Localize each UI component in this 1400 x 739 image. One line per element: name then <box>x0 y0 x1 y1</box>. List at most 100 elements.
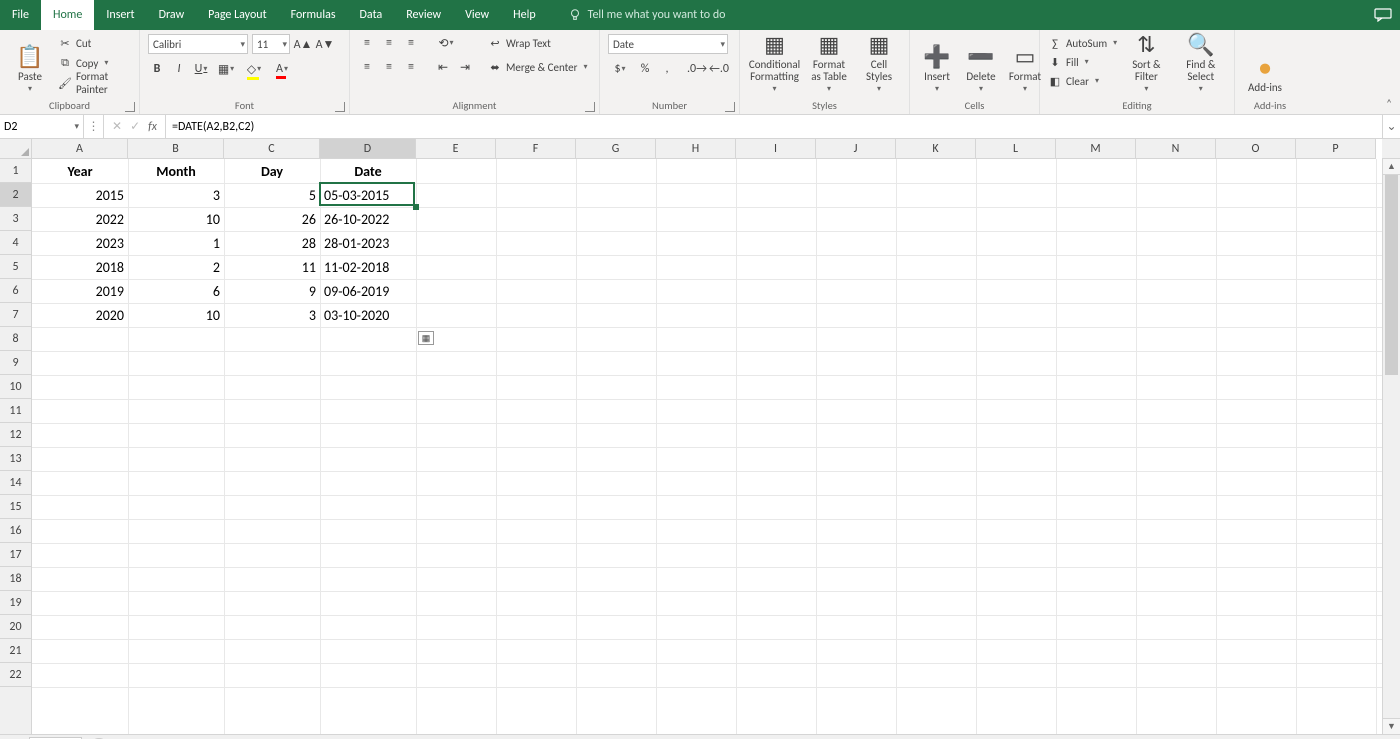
tab-file[interactable]: File <box>0 0 41 30</box>
delete-button[interactable]: ➖Delete▾ <box>962 34 1000 94</box>
fill-handle[interactable] <box>413 204 419 210</box>
format-painter-button[interactable]: 🖌Format Painter <box>58 74 131 92</box>
row-header-3[interactable]: 3 <box>0 207 31 231</box>
column-header-E[interactable]: E <box>416 139 496 159</box>
cell-C3[interactable]: 26 <box>224 207 320 231</box>
tab-insert[interactable]: Insert <box>94 0 146 30</box>
orientation-button[interactable]: ⟲▾ <box>434 34 458 52</box>
row-header-13[interactable]: 13 <box>0 447 31 471</box>
cell-D4[interactable]: 28-01-2023 <box>320 231 416 255</box>
cell-A2[interactable]: 2015 <box>32 183 128 207</box>
tab-home[interactable]: Home <box>41 0 94 30</box>
expand-formula-bar-icon[interactable]: ⌄ <box>1382 115 1400 138</box>
column-header-H[interactable]: H <box>656 139 736 159</box>
cell-D2[interactable]: 05-03-2015 <box>320 183 416 207</box>
align-left-icon[interactable]: ≡ <box>358 58 376 76</box>
row-header-16[interactable]: 16 <box>0 519 31 543</box>
tell-me-search[interactable]: Tell me what you want to do <box>568 8 726 22</box>
row-header-5[interactable]: 5 <box>0 255 31 279</box>
font-color-button[interactable]: A▾ <box>270 60 294 78</box>
row-header-8[interactable]: 8 <box>0 327 31 351</box>
format-button[interactable]: ▭Format▾ <box>1006 34 1044 94</box>
accounting-format-button[interactable]: $▾ <box>608 60 632 78</box>
align-bottom-icon[interactable]: ≡ <box>402 34 420 52</box>
collapse-ribbon-icon[interactable]: ˄ <box>1386 97 1392 110</box>
increase-decimal-button[interactable]: .0→ <box>688 60 706 78</box>
clipboard-dialog-launcher[interactable] <box>125 102 135 112</box>
fill-color-button[interactable]: ◇▾ <box>242 60 266 78</box>
row-header-19[interactable]: 19 <box>0 591 31 615</box>
formula-input[interactable]: =DATE(A2,B2,C2) <box>166 115 1382 138</box>
column-header-C[interactable]: C <box>224 139 320 159</box>
cell-B4[interactable]: 1 <box>128 231 224 255</box>
tab-page-layout[interactable]: Page Layout <box>196 0 278 30</box>
name-box[interactable]: D2 <box>0 115 84 138</box>
paste-button[interactable]: 📋 Paste ▾ <box>8 34 52 94</box>
column-header-G[interactable]: G <box>576 139 656 159</box>
borders-button[interactable]: ▦▾ <box>214 60 238 78</box>
fx-icon[interactable]: fx <box>148 120 157 134</box>
column-header-F[interactable]: F <box>496 139 576 159</box>
cell-styles-button[interactable]: ▦Cell Styles▾ <box>857 34 901 94</box>
tab-formulas[interactable]: Formulas <box>279 0 348 30</box>
row-header-2[interactable]: 2 <box>0 183 31 207</box>
cell-B2[interactable]: 3 <box>128 183 224 207</box>
fill-button[interactable]: ⬇Fill▾ <box>1048 53 1117 71</box>
comments-icon[interactable] <box>1374 8 1392 22</box>
comma-format-button[interactable]: , <box>658 60 676 78</box>
select-all-button[interactable] <box>0 139 32 159</box>
vscroll-thumb[interactable] <box>1385 175 1398 375</box>
cell-C5[interactable]: 11 <box>224 255 320 279</box>
row-header-1[interactable]: 1 <box>0 159 31 183</box>
number-dialog-launcher[interactable] <box>725 102 735 112</box>
align-right-icon[interactable]: ≡ <box>402 58 420 76</box>
underline-button[interactable]: U▾ <box>192 60 210 78</box>
cell-C2[interactable]: 5 <box>224 183 320 207</box>
tab-help[interactable]: Help <box>501 0 548 30</box>
column-header-M[interactable]: M <box>1056 139 1136 159</box>
column-header-J[interactable]: J <box>816 139 896 159</box>
row-header-9[interactable]: 9 <box>0 351 31 375</box>
tab-review[interactable]: Review <box>394 0 453 30</box>
autosum-button[interactable]: ∑AutoSum▾ <box>1048 34 1117 52</box>
cell-A7[interactable]: 2020 <box>32 303 128 327</box>
row-header-22[interactable]: 22 <box>0 663 31 687</box>
column-header-O[interactable]: O <box>1216 139 1296 159</box>
cell-B1[interactable]: Month <box>128 159 224 183</box>
wrap-text-button[interactable]: ↩Wrap Text <box>488 34 588 52</box>
cell-B7[interactable]: 10 <box>128 303 224 327</box>
cell-A1[interactable]: Year <box>32 159 128 183</box>
percent-format-button[interactable]: % <box>636 60 654 78</box>
row-header-6[interactable]: 6 <box>0 279 31 303</box>
row-header-17[interactable]: 17 <box>0 543 31 567</box>
increase-indent-icon[interactable]: ⇥ <box>456 58 474 76</box>
decrease-font-icon[interactable]: A▼ <box>316 35 334 53</box>
row-header-12[interactable]: 12 <box>0 423 31 447</box>
cell-C4[interactable]: 28 <box>224 231 320 255</box>
row-header-4[interactable]: 4 <box>0 231 31 255</box>
cancel-formula-icon[interactable]: ✕ <box>112 119 122 134</box>
enter-formula-icon[interactable]: ✓ <box>130 119 140 134</box>
cell-C7[interactable]: 3 <box>224 303 320 327</box>
row-header-11[interactable]: 11 <box>0 399 31 423</box>
column-header-B[interactable]: B <box>128 139 224 159</box>
addins-button[interactable]: ●Add-ins <box>1243 34 1287 94</box>
font-dialog-launcher[interactable] <box>335 102 345 112</box>
font-size-select[interactable]: 11 <box>252 34 290 54</box>
sort-filter-button[interactable]: ⇅Sort & Filter▾ <box>1123 34 1169 94</box>
column-header-I[interactable]: I <box>736 139 816 159</box>
cell-C6[interactable]: 9 <box>224 279 320 303</box>
scroll-up-icon[interactable]: ▲ <box>1383 159 1400 175</box>
conditional-formatting-button[interactable]: ▦Conditional Formatting▾ <box>748 34 801 94</box>
column-header-P[interactable]: P <box>1296 139 1376 159</box>
row-header-15[interactable]: 15 <box>0 495 31 519</box>
vertical-scrollbar[interactable]: ▲ ▼ <box>1382 159 1400 734</box>
cell-B5[interactable]: 2 <box>128 255 224 279</box>
cell-D5[interactable]: 11-02-2018 <box>320 255 416 279</box>
cut-button[interactable]: ✂Cut <box>58 34 131 52</box>
row-header-20[interactable]: 20 <box>0 615 31 639</box>
name-box-dropdown[interactable]: ⋮ <box>84 115 104 138</box>
align-middle-icon[interactable]: ≡ <box>380 34 398 52</box>
align-center-icon[interactable]: ≡ <box>380 58 398 76</box>
column-header-L[interactable]: L <box>976 139 1056 159</box>
